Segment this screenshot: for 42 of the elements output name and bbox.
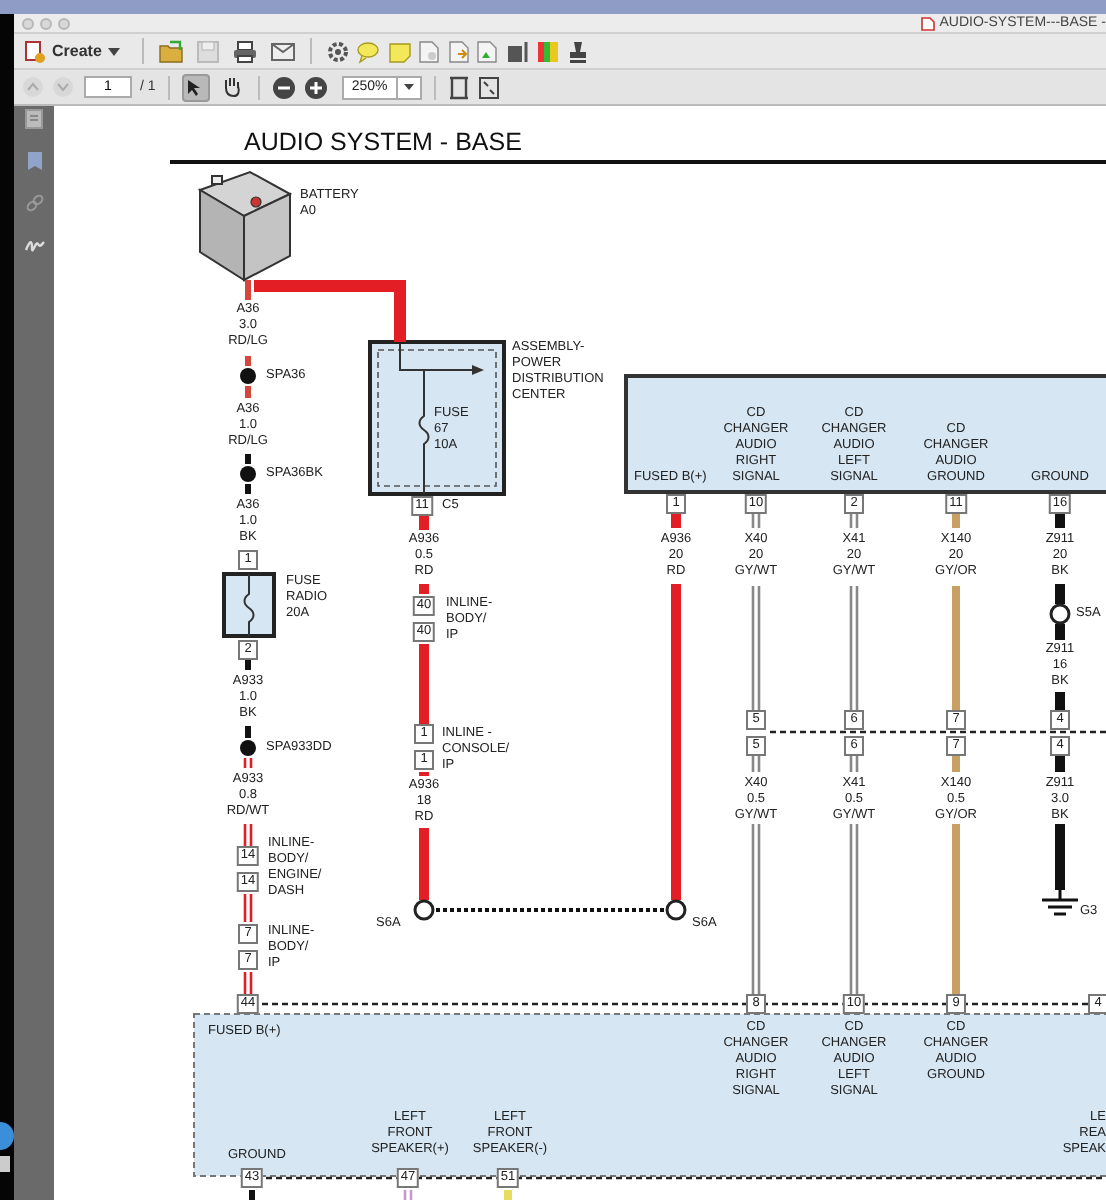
fit-page-icon[interactable] xyxy=(477,75,500,99)
fit-width-icon[interactable] xyxy=(447,75,470,99)
radio-fuse-box xyxy=(222,572,276,638)
dropdown-caret-icon xyxy=(403,84,414,90)
document-arrow-icon[interactable] xyxy=(447,39,470,63)
splice-dot xyxy=(240,368,256,384)
zoom-out-icon[interactable] xyxy=(271,75,296,99)
diagram-title: AUDIO SYSTEM - BASE xyxy=(244,128,522,156)
email-icon[interactable] xyxy=(269,39,296,63)
create-button[interactable]: Create xyxy=(16,36,128,66)
caret-icon xyxy=(107,47,120,55)
previous-page-icon[interactable] xyxy=(22,76,44,98)
print-icon[interactable] xyxy=(231,39,258,63)
ground-symbol xyxy=(1040,886,1080,916)
splice-circle xyxy=(413,899,435,921)
pages-icon[interactable] xyxy=(23,108,45,130)
form-icon[interactable] xyxy=(505,39,530,63)
gear-icon[interactable] xyxy=(325,39,350,63)
color-palette-icon[interactable] xyxy=(536,39,561,63)
splice-circle xyxy=(1049,603,1071,625)
desktop-icon[interactable] xyxy=(0,1116,14,1176)
stamp-icon[interactable] xyxy=(567,39,588,63)
save-icon[interactable] xyxy=(195,39,220,63)
link-icon[interactable] xyxy=(23,192,45,214)
zoom-button[interactable] xyxy=(58,17,70,29)
next-page-icon[interactable] xyxy=(52,76,74,98)
select-tool[interactable] xyxy=(181,73,210,101)
sticky-note-icon[interactable] xyxy=(387,39,412,63)
minimize-button[interactable] xyxy=(40,17,52,29)
splice-dot xyxy=(240,740,256,756)
document-icon[interactable] xyxy=(418,39,441,63)
splice-dot xyxy=(240,466,256,482)
folder-icon[interactable] xyxy=(157,39,184,63)
close-button[interactable] xyxy=(22,17,34,29)
document-image-icon[interactable] xyxy=(476,39,499,63)
hand-icon xyxy=(221,76,242,98)
zoom-in-icon[interactable] xyxy=(303,75,328,99)
bookmark-icon[interactable] xyxy=(23,150,45,172)
splice-circle xyxy=(665,899,687,921)
cursor-icon xyxy=(186,77,205,97)
create-document-icon xyxy=(24,39,46,63)
battery-drawing xyxy=(197,170,293,282)
